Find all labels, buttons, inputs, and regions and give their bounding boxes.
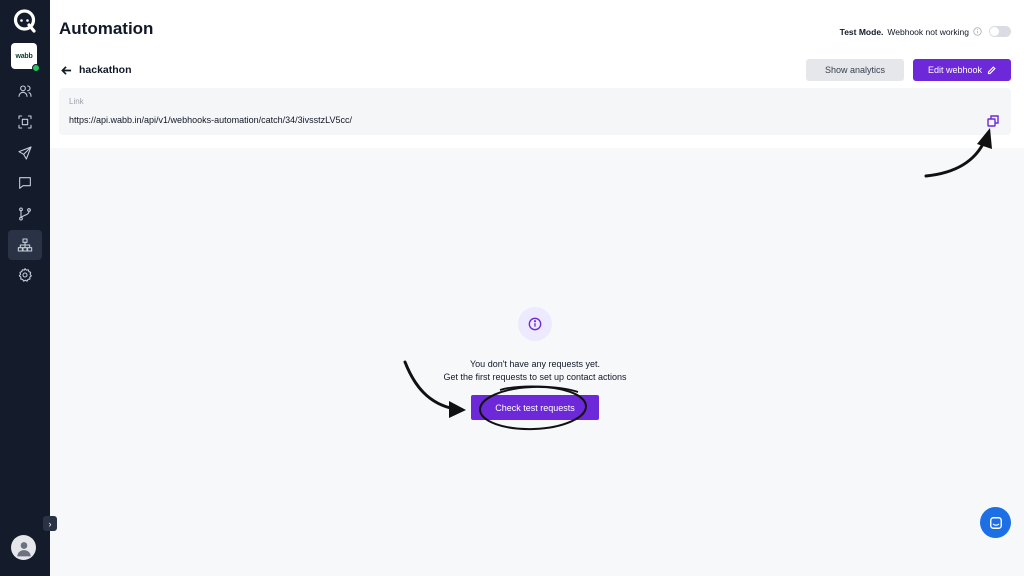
app-logo[interactable] bbox=[12, 8, 38, 34]
sidebar-item-automation[interactable] bbox=[8, 230, 42, 260]
edit-webhook-button[interactable]: Edit webhook bbox=[913, 59, 1011, 81]
webhook-link-card: Link https://api.wabb.in/api/v1/webhooks… bbox=[59, 88, 1011, 135]
sidebar-item-scan[interactable] bbox=[8, 107, 42, 137]
annotation-arrow-to-button bbox=[403, 360, 457, 411]
send-icon bbox=[18, 146, 32, 160]
copy-link-button[interactable] bbox=[987, 114, 999, 127]
test-mode-label: Test Mode. bbox=[839, 26, 884, 37]
expand-sidebar-button[interactable]: › bbox=[43, 516, 57, 531]
sidebar-item-chats[interactable] bbox=[8, 168, 42, 198]
test-mode-toggle[interactable] bbox=[989, 26, 1011, 37]
info-icon[interactable] bbox=[973, 27, 982, 36]
user-avatar[interactable] bbox=[11, 535, 36, 560]
link-label: Link bbox=[69, 97, 84, 106]
sidebar-item-settings[interactable] bbox=[8, 260, 42, 290]
info-icon bbox=[528, 317, 542, 331]
chat-icon bbox=[989, 516, 1002, 529]
scan-icon bbox=[18, 115, 32, 129]
workspace-avatar[interactable]: wabb bbox=[11, 43, 40, 72]
settings-icon bbox=[18, 268, 32, 282]
sidebar-item-flows[interactable] bbox=[8, 199, 42, 229]
copy-icon bbox=[987, 115, 999, 127]
back-arrow-icon[interactable] bbox=[61, 65, 72, 76]
test-mode-status: Test Mode. Webhook not working bbox=[840, 26, 1011, 37]
edit-webhook-label: Edit webhook bbox=[927, 65, 983, 75]
page-title: Automation bbox=[59, 19, 154, 38]
workspace-logo-text: wabb bbox=[15, 52, 33, 60]
online-status-dot bbox=[32, 64, 40, 72]
webhook-name: hackathon bbox=[79, 64, 132, 76]
user-icon bbox=[16, 541, 31, 556]
empty-state-info-badge bbox=[518, 307, 552, 341]
empty-state-title: You don't have any requests yet. bbox=[470, 359, 600, 369]
check-test-requests-button[interactable]: Check test requests bbox=[471, 395, 599, 420]
message-icon bbox=[19, 177, 31, 189]
webhook-status-text: Webhook not working bbox=[887, 26, 969, 37]
annotation-arrow-to-copy bbox=[924, 138, 987, 178]
users-icon bbox=[18, 85, 32, 97]
webhook-url[interactable]: https://api.wabb.in/api/v1/webhooks-auto… bbox=[69, 115, 352, 125]
sidebar-item-contacts[interactable] bbox=[8, 76, 42, 106]
annotation-arrowhead-button bbox=[449, 401, 466, 418]
empty-state-subtitle: Get the first requests to set up contact… bbox=[443, 372, 627, 382]
show-analytics-button[interactable]: Show analytics bbox=[806, 59, 904, 81]
sitemap-icon bbox=[17, 238, 33, 252]
sidebar: wabb bbox=[0, 0, 50, 576]
sidebar-item-broadcast[interactable] bbox=[8, 138, 42, 168]
git-branch-icon bbox=[19, 207, 31, 221]
annotation-overlay bbox=[403, 128, 992, 431]
webhook-header: hackathon bbox=[61, 64, 132, 76]
support-chat-button[interactable] bbox=[980, 507, 1011, 538]
pencil-icon bbox=[987, 65, 996, 74]
annotation-circle-overlap bbox=[499, 385, 579, 393]
